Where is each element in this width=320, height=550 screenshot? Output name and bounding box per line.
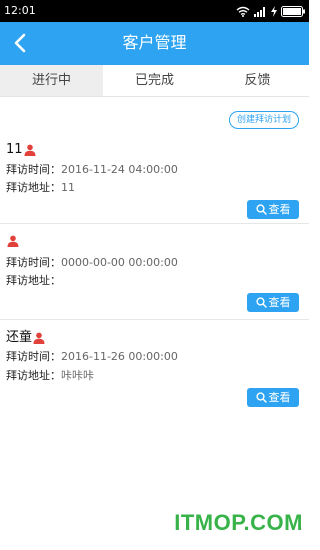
customer-name (6, 235, 19, 247)
visit-time-value: 2016-11-26 00:00:00 (61, 350, 178, 363)
person-icon (7, 235, 19, 247)
person-icon (24, 144, 36, 156)
visit-card: 拜访时间：0000-00-00 00:00:00 拜访地址： 查看 (0, 235, 309, 320)
customer-name-text: 还童 (6, 330, 33, 345)
visit-time-row: 拜访时间：2016-11-24 04:00:00 (6, 163, 178, 177)
view-button-label: 查看 (268, 391, 291, 404)
view-button[interactable]: 查看 (247, 293, 299, 312)
status-time: 12:01 (4, 4, 36, 17)
visit-address-label: 拜访地址： (6, 369, 61, 382)
view-button-label: 查看 (268, 203, 291, 216)
watermark: ITMOP.COM (174, 510, 303, 535)
search-icon (255, 204, 267, 215)
visit-address-value: 咔咔咔 (61, 369, 94, 382)
visit-address-label: 拜访地址： (6, 181, 61, 194)
person-icon (33, 332, 45, 344)
status-bar: 12:01 (0, 0, 309, 22)
visit-time-row: 拜访时间：2016-11-26 00:00:00 (6, 350, 178, 364)
visit-time-label: 拜访时间： (6, 163, 61, 176)
visit-address-label: 拜访地址： (6, 274, 61, 287)
customer-name: 还童 (6, 330, 45, 346)
visit-card: 11 拜访时间：2016-11-24 04:00:00 拜访地址：11 查看 (0, 142, 309, 224)
search-icon (255, 297, 267, 308)
visit-time-value: 0000-00-00 00:00:00 (61, 256, 178, 269)
tab-feedback[interactable]: 反馈 (206, 65, 309, 96)
visit-time-row: 拜访时间：0000-00-00 00:00:00 (6, 256, 178, 270)
view-button-label: 查看 (268, 296, 291, 309)
view-button[interactable]: 查看 (247, 200, 299, 219)
tab-in-progress[interactable]: 进行中 (0, 65, 103, 96)
visit-address-row: 拜访地址：11 (6, 181, 75, 195)
battery-icon (281, 5, 305, 17)
charging-icon (271, 5, 277, 17)
create-visit-plan-button[interactable]: 创建拜访计划 (228, 111, 299, 129)
customer-name-text: 11 (6, 142, 23, 157)
visit-card: 还童 拜访时间：2016-11-26 00:00:00 拜访地址：咔咔咔 查看 (0, 330, 309, 410)
status-icons (236, 4, 305, 18)
customer-name: 11 (6, 142, 36, 158)
title-bar: 客户管理 (0, 22, 309, 65)
tab-bar: 进行中 已完成 反馈 (0, 65, 309, 97)
visit-time-label: 拜访时间： (6, 350, 61, 363)
visit-address-value: 11 (61, 181, 75, 194)
visit-address-row: 拜访地址：咔咔咔 (6, 369, 94, 383)
search-icon (255, 392, 267, 403)
visit-time-value: 2016-11-24 04:00:00 (61, 163, 178, 176)
wifi-icon (236, 6, 250, 17)
page-title: 客户管理 (122, 33, 187, 52)
visit-address-row: 拜访地址： (6, 274, 61, 288)
visit-time-label: 拜访时间： (6, 256, 61, 269)
view-button[interactable]: 查看 (247, 388, 299, 407)
signal-icon (254, 6, 265, 17)
tab-completed[interactable]: 已完成 (103, 65, 206, 96)
